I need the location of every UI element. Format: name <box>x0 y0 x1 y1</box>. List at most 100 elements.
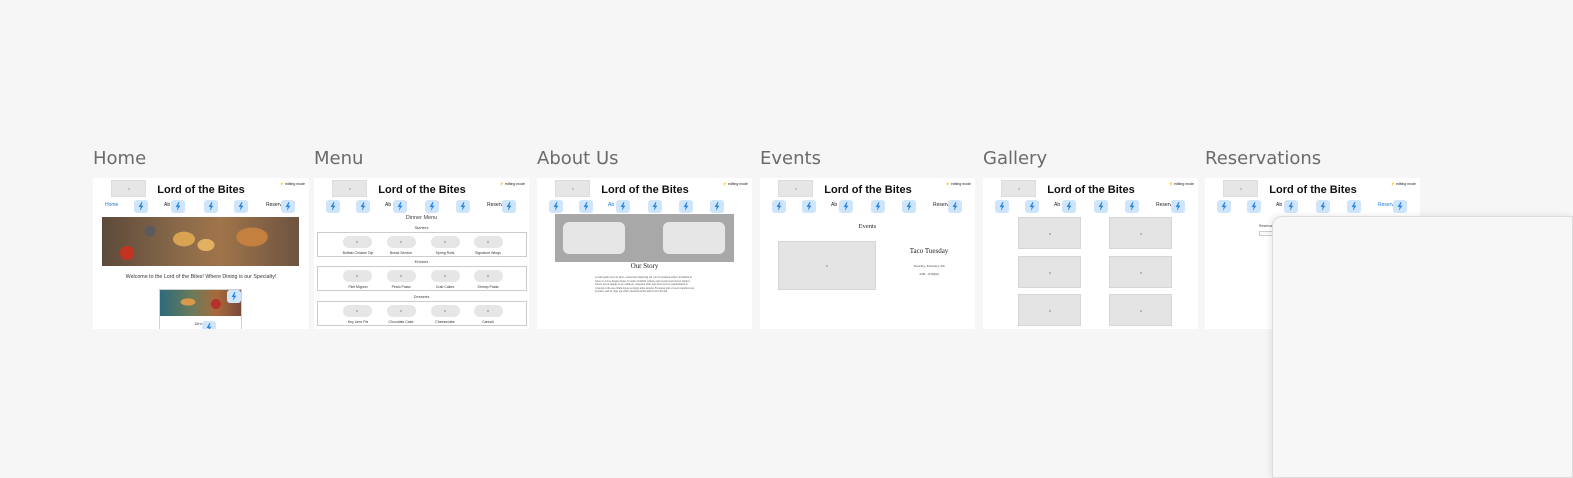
bolt-icon[interactable] <box>1094 200 1108 213</box>
page-thumbnail-events[interactable]: Lord of the Bites ⚡ editing mode Ab C Re… <box>760 178 975 329</box>
nav-about[interactable]: Ab <box>385 202 391 208</box>
bolt-icon[interactable] <box>502 200 516 213</box>
bolt-icon[interactable] <box>234 200 248 213</box>
menu-item-image <box>474 305 503 317</box>
entrees-box: Filet Mignon Pesto Pasta Crab Cakes Shri… <box>317 266 527 291</box>
menu-item-label: Shrimp Pasta <box>477 285 499 289</box>
page-label-menu[interactable]: Menu <box>314 148 363 169</box>
bolt-icon[interactable] <box>616 200 630 213</box>
nav-reservations[interactable]: Reserv <box>487 202 503 208</box>
bolt-icon[interactable] <box>281 200 295 213</box>
nav-about[interactable]: Ab <box>1054 202 1060 208</box>
bolt-icon[interactable] <box>902 200 916 213</box>
bolt-icon[interactable] <box>1171 200 1185 213</box>
menu-section-starters: Starters <box>414 225 429 230</box>
bolt-icon[interactable] <box>802 200 816 213</box>
site-nav: Ab C Reserv <box>314 200 529 213</box>
menu-item-image <box>343 270 372 282</box>
site-nav: Ab C Reserv <box>1205 200 1420 213</box>
menu-section-entrees: Entrees <box>414 259 429 264</box>
desserts-box: Key Lime Pie Chocolate Cake Cheesecake C… <box>317 301 527 326</box>
page-thumbnail-about[interactable]: Lord of the Bites ⚡ editing mode Ab C Ou… <box>537 178 752 329</box>
page-label-reservations[interactable]: Reservations <box>1205 148 1321 169</box>
bolt-icon[interactable] <box>1347 200 1361 213</box>
page-thumbnail-menu[interactable]: Lord of the Bites ⚡ editing mode Ab C Re… <box>314 178 529 329</box>
bolt-icon[interactable] <box>1284 200 1298 213</box>
menu-item-label: Signature Wings <box>475 251 501 255</box>
bolt-icon[interactable] <box>549 200 563 213</box>
editing-badge: ⚡ editing mode <box>279 182 305 186</box>
bolt-icon[interactable] <box>1247 200 1261 213</box>
nav-about[interactable]: Ab <box>164 202 170 208</box>
menu-section-desserts: Desserts <box>413 294 430 299</box>
site-nav: Ab C Reserv <box>760 200 975 213</box>
hero-food-image <box>102 217 299 266</box>
bolt-icon[interactable] <box>772 200 786 213</box>
nav-reservations[interactable]: Reserv <box>933 202 949 208</box>
site-nav: Home Ab Reserv <box>93 200 309 213</box>
menu-item-image <box>387 236 416 248</box>
bolt-icon[interactable] <box>1062 200 1076 213</box>
bolt-icon[interactable] <box>1316 200 1330 213</box>
menu-item-label: Spring Rolls <box>435 251 455 255</box>
bolt-icon[interactable] <box>1025 200 1039 213</box>
editing-badge: ⚡ editing mode <box>499 182 525 186</box>
page-label-gallery[interactable]: Gallery <box>983 148 1047 169</box>
bolt-icon[interactable] <box>1125 200 1139 213</box>
site-title: Lord of the Bites <box>157 184 245 196</box>
bolt-icon[interactable] <box>456 200 470 213</box>
menu-title: Dinner Menu <box>405 215 438 221</box>
menu-item-image <box>387 270 416 282</box>
bolt-icon[interactable] <box>202 321 216 329</box>
nav-about[interactable]: Ab <box>1276 202 1282 208</box>
nav-reservations[interactable]: Reserv <box>1378 202 1394 208</box>
side-panel[interactable] <box>1272 216 1573 478</box>
bolt-icon[interactable] <box>1393 200 1407 213</box>
event-date: Tuesday, February 4th <box>913 264 945 268</box>
menu-item-image <box>431 270 460 282</box>
bolt-icon[interactable] <box>227 290 241 303</box>
event-time: 4:00 - 8:00pm <box>919 272 939 276</box>
site-title: Lord of the Bites <box>1269 184 1357 196</box>
bolt-icon[interactable] <box>171 200 185 213</box>
editing-badge: ⚡ editing mode <box>945 182 971 186</box>
bolt-icon[interactable] <box>948 200 962 213</box>
bolt-icon[interactable] <box>579 200 593 213</box>
menu-item-label: Buffalo Chicken Dip <box>342 251 374 255</box>
nav-reservations[interactable]: Reserv <box>1156 202 1172 208</box>
bolt-icon[interactable] <box>1217 200 1231 213</box>
nav-reservations[interactable]: Reserv <box>266 202 282 208</box>
bolt-icon[interactable] <box>356 200 370 213</box>
bolt-icon[interactable] <box>326 200 340 213</box>
bolt-icon[interactable] <box>425 200 439 213</box>
page-label-about[interactable]: About Us <box>537 148 619 169</box>
about-heading: Our Story <box>630 262 659 270</box>
bolt-icon[interactable] <box>995 200 1009 213</box>
gallery-image <box>1109 217 1172 249</box>
bolt-icon[interactable] <box>204 200 218 213</box>
menu-item-label: Crab Cakes <box>435 285 455 289</box>
page-label-events[interactable]: Events <box>760 148 821 169</box>
bolt-icon[interactable] <box>839 200 853 213</box>
bolt-icon[interactable] <box>393 200 407 213</box>
bolt-icon[interactable] <box>871 200 885 213</box>
menu-item-label: Chocolate Cake <box>388 320 414 324</box>
menu-item-label: Filet Mignon <box>348 285 368 289</box>
menu-item-image <box>343 236 372 248</box>
event-name: Taco Tuesday <box>909 247 949 255</box>
menu-item-image <box>474 270 503 282</box>
nav-home[interactable]: Home <box>105 202 118 208</box>
page-thumbnail-gallery[interactable]: Lord of the Bites ⚡ editing mode Ab C Re… <box>983 178 1198 329</box>
menu-item-label: Bread Service <box>390 251 412 255</box>
menu-item-label: Cheesecake <box>435 320 455 324</box>
page-label-home[interactable]: Home <box>93 148 146 169</box>
site-title: Lord of the Bites <box>601 184 689 196</box>
bolt-icon[interactable] <box>679 200 693 213</box>
nav-about[interactable]: Ab <box>831 202 837 208</box>
bolt-icon[interactable] <box>134 200 148 213</box>
bolt-icon[interactable] <box>710 200 724 213</box>
nav-about[interactable]: Ab <box>608 202 614 208</box>
page-thumbnail-home[interactable]: Lord of the Bites ⚡ editing mode Home Ab… <box>93 178 309 329</box>
bolt-icon[interactable] <box>648 200 662 213</box>
starters-box: Buffalo Chicken Dip Bread Service Spring… <box>317 232 527 257</box>
